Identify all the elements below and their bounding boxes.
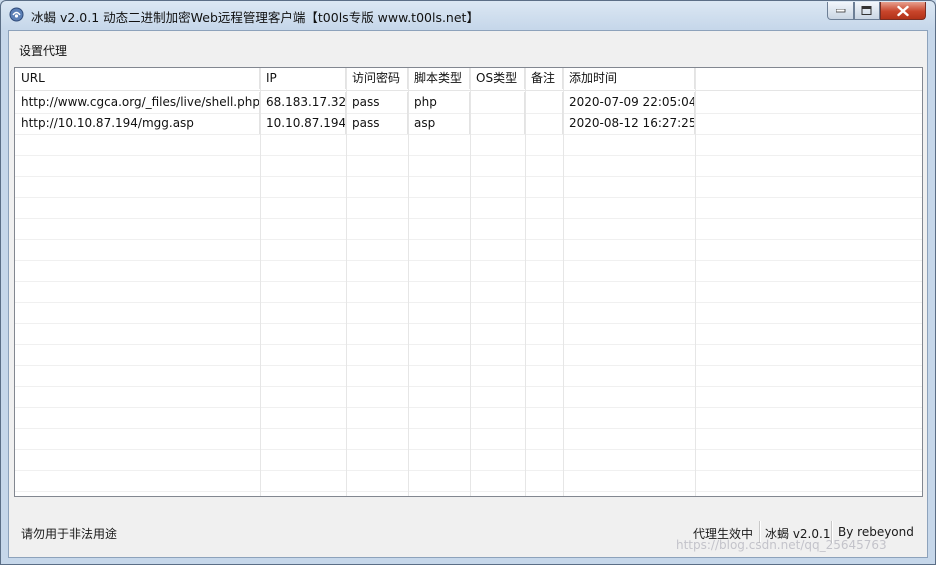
column-header-ip[interactable]: IP [260,68,346,89]
empty-table-row [15,386,922,408]
app-window: 冰蝎 v2.0.1 动态二进制加密Web远程管理客户端【t00ls专版 www.… [0,0,936,565]
author-text: By rebeyond [838,525,914,539]
column-header-added-time[interactable]: 添加时间 [563,68,695,89]
empty-table-row [15,239,922,261]
maximize-button[interactable] [854,2,880,20]
column-separator [346,68,347,496]
table-row[interactable]: http://www.cgca.org/_files/live/shell.ph… [15,92,922,114]
version-text: 冰蝎 v2.0.1 [765,527,831,541]
scorpion-app-icon [9,7,24,22]
proxy-status-text: 代理生效中 [693,527,754,541]
status-divider [831,521,833,543]
column-header-os-type[interactable]: OS类型 [470,68,525,89]
empty-table-row [15,218,922,240]
column-header-password[interactable]: 访问密码 [346,68,408,89]
cell-added-time: 2020-08-12 16:27:25 [563,113,695,134]
table-header: URL IP 访问密码 脚本类型 OS类型 备注 添加时间 [15,68,922,91]
status-warning-text: 请勿用于非法用途 [21,527,118,541]
column-separator [470,68,471,496]
cell-note [525,113,563,134]
empty-table-row [15,302,922,324]
empty-table-row [15,344,922,366]
cell-password: pass [346,113,408,134]
cell-script-type: php [408,92,470,113]
minimize-icon [835,8,845,12]
empty-table-row [15,491,922,496]
set-proxy-menu[interactable]: 设置代理 [19,42,67,59]
column-separator [525,68,526,496]
column-header-url[interactable]: URL [15,68,260,89]
column-separator [260,68,261,496]
empty-table-row [15,155,922,177]
cell-added-time: 2020-07-09 22:05:04 [563,92,695,113]
menu-bar: 设置代理 [9,31,927,65]
close-button[interactable] [880,2,926,20]
close-icon [897,5,909,16]
column-header-script-type[interactable]: 脚本类型 [408,68,470,89]
title-bar[interactable]: 冰蝎 v2.0.1 动态二进制加密Web远程管理客户端【t00ls专版 www.… [1,1,935,29]
empty-table-row [15,323,922,345]
empty-table-row [15,260,922,282]
empty-table-row [15,428,922,450]
client-area: 设置代理 URL IP 访问密码 脚本类型 OS类型 备注 添加时间 http:… [8,30,928,558]
cell-script-type: asp [408,113,470,134]
column-header-note[interactable]: 备注 [525,68,563,89]
empty-table-row [15,134,922,156]
cell-ip: 68.183.17.32 [260,92,346,113]
cell-note [525,92,563,113]
empty-table-row [15,365,922,387]
cell-os-type [470,113,525,134]
minimize-button[interactable] [827,2,854,20]
empty-table-row [15,197,922,219]
cell-password: pass [346,92,408,113]
window-title: 冰蝎 v2.0.1 动态二进制加密Web远程管理客户端【t00ls专版 www.… [31,10,479,25]
status-bar: 请勿用于非法用途 代理生效中 冰蝎 v2.0.1 By rebeyond [9,511,927,557]
cell-ip: 10.10.87.194 [260,113,346,134]
table-row[interactable]: http://10.10.87.194/mgg.asp 10.10.87.194… [15,113,922,135]
column-separator [563,68,564,496]
empty-table-row [15,176,922,198]
empty-table-row [15,281,922,303]
empty-table-row [15,407,922,429]
status-divider [759,521,761,543]
cell-url: http://www.cgca.org/_files/live/shell.ph… [15,92,260,113]
maximize-icon [861,5,872,15]
column-separator [695,68,696,496]
shell-table[interactable]: URL IP 访问密码 脚本类型 OS类型 备注 添加时间 http://www… [14,67,923,497]
cell-url: http://10.10.87.194/mgg.asp [15,113,260,134]
empty-table-row [15,449,922,471]
cell-os-type [470,92,525,113]
column-separator [408,68,409,496]
empty-table-row [15,470,922,492]
